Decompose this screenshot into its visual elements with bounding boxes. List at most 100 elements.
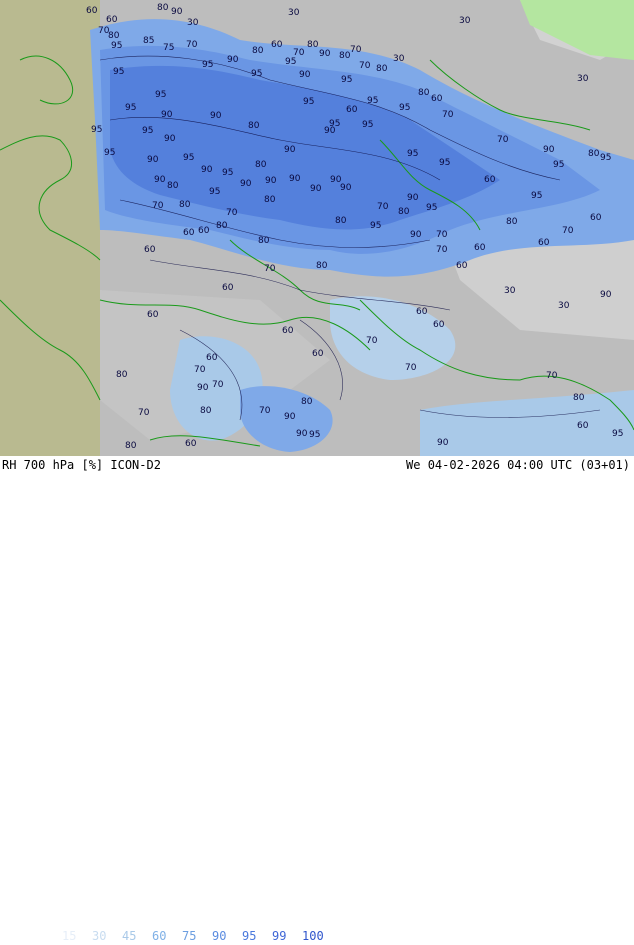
scale-value: 99 [272,929,287,943]
contour-label: 95 [407,149,418,159]
contour-label: 70 [562,226,574,236]
contour-label: 95 [285,57,296,67]
contour-label: 70 [226,208,238,218]
scale-value: 60 [152,929,167,943]
contour-label: 95 [303,97,314,107]
contour-label: 60 [433,320,445,330]
contour-label: 95 [251,69,262,79]
contour-label: 90 [227,55,239,65]
contour-label: 80 [573,393,585,403]
contour-label: 60 [416,307,428,317]
contour-label: 80 [108,31,120,41]
contour-label: 95 [341,75,352,85]
contour-label: 95 [309,430,320,440]
contour-label: 80 [376,64,388,74]
contour-label: 90 [543,145,555,155]
contour-label: 70 [138,408,150,418]
contour-label: 90 [319,49,331,59]
contour-label: 95 [399,103,410,113]
scale-value: 75 [182,929,197,943]
contour-label: 60 [106,15,118,25]
contour-label: 70 [442,110,454,120]
contour-label: 70 [259,406,271,416]
contour-label: 90 [171,7,183,17]
map-canvas: 60 60 80 90 30 30 30 70 80 95 85 75 70 8… [0,0,634,456]
contour-label: 90 [299,70,311,80]
contour-label: 90 [600,290,612,300]
contour-label: 60 [484,175,496,185]
contour-label: 95 [202,60,213,70]
contour-label: 90 [340,183,352,193]
contour-label: 90 [289,174,301,184]
contour-label: 80 [252,46,264,56]
contour-label: 60 [185,439,197,449]
contour-label: 70 [264,264,276,274]
contour-label: 30 [288,8,300,18]
contour-label: 60 [538,238,550,248]
contour-label: 90 [197,383,209,393]
contour-label: 60 [206,353,218,363]
contour-label: 80 [255,160,267,170]
contour-label: 90 [284,412,296,422]
contour-label: 80 [418,88,430,98]
scale-value: 30 [92,929,107,943]
contour-label: 70 [186,40,198,50]
contour-label: 90 [161,110,173,120]
valid-time: We 04-02-2026 04:00 UTC (03+01) [406,458,630,472]
contour-label: 95 [111,41,122,51]
contour-label: 70 [436,230,448,240]
contour-label: 70 [497,135,509,145]
contour-label: 80 [316,261,328,271]
contour-label: 95 [209,187,220,197]
contour-label: 60 [577,421,589,431]
contour-label: 60 [183,228,195,238]
contour-label: 90 [164,134,176,144]
contour-label: 70 [546,371,558,381]
contour-label: 80 [116,370,128,380]
scale-value: 90 [212,929,227,943]
contour-label: 60 [86,6,98,16]
contour-label: 60 [198,226,210,236]
contour-label: 60 [431,94,443,104]
contour-label: 70 [436,245,448,255]
contour-label: 70 [212,380,224,390]
map-footer: RH 700 hPa [%] ICON-D2 We 04-02-2026 04:… [0,456,634,943]
contour-label: 95 [600,153,611,163]
contour-label: 60 [456,261,468,271]
contour-label: 90 [407,193,419,203]
contour-label: 80 [200,406,212,416]
contour-label: 30 [459,16,471,26]
scale-value: 95 [242,929,257,943]
contour-label: 90 [284,145,296,155]
contour-label: 95 [439,158,450,168]
contour-label: 95 [222,168,233,178]
scale-value: 100 [302,929,324,943]
contour-label: 60 [147,310,159,320]
contour-label: 95 [553,160,564,170]
contour-label: 95 [104,148,115,158]
contour-label: 80 [588,149,600,159]
contour-label: 60 [346,105,358,115]
contour-label: 70 [194,365,206,375]
contour-label: 70 [359,61,371,71]
contour-label: 90 [310,184,322,194]
contour-label: 90 [410,230,422,240]
contour-label: 80 [258,236,270,246]
contour-label: 80 [335,216,347,226]
contour-label: 80 [307,40,319,50]
contour-label: 90 [147,155,159,165]
contour-label: 90 [201,165,213,175]
contour-label: 80 [216,221,228,231]
contour-label: 70 [377,202,389,212]
contour-label: 95 [155,90,166,100]
contour-label: 30 [558,301,570,311]
contour-label: 95 [142,126,153,136]
contour-label: 60 [144,245,156,255]
map-title: RH 700 hPa [%] ICON-D2 [2,458,161,472]
contour-label: 80 [506,217,518,227]
contour-label: 60 [590,213,602,223]
contour-label: 60 [474,243,486,253]
contour-label: 30 [393,54,405,64]
contour-label: 60 [222,283,234,293]
contour-label: 60 [271,40,283,50]
